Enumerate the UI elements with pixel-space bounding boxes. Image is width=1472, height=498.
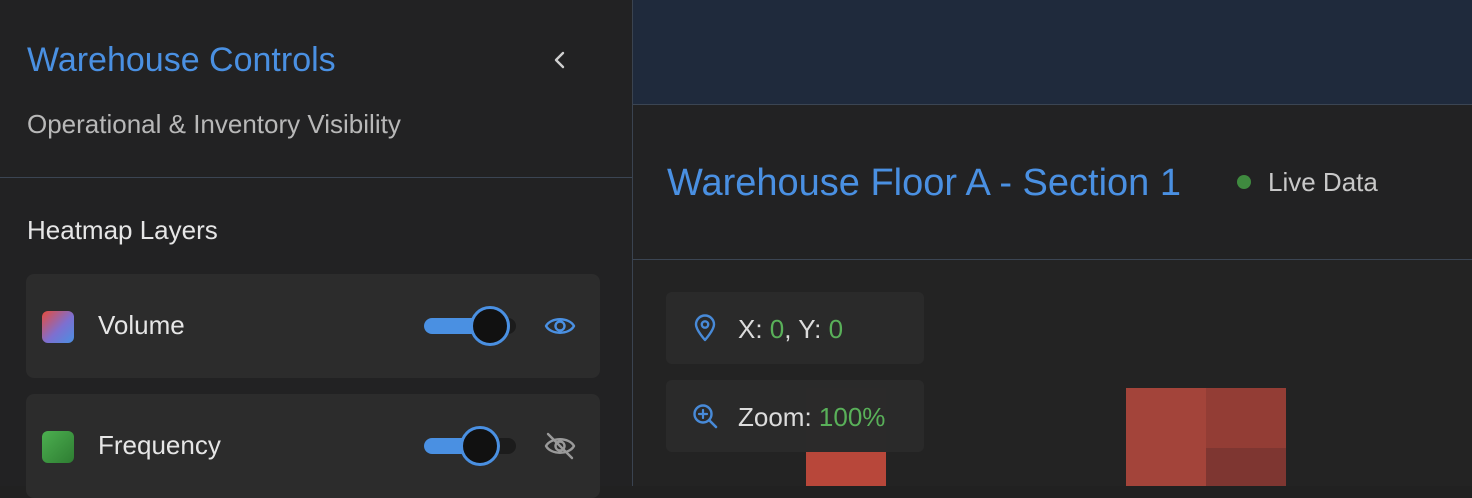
eye-icon[interactable] <box>543 311 577 341</box>
map-header: Warehouse Floor A - Section 1 Live Data <box>633 105 1472 260</box>
zoom-readout: Zoom: 100% <box>666 380 924 452</box>
volume-swatch <box>42 311 74 343</box>
frequency-opacity-slider[interactable] <box>424 426 520 466</box>
layer-item-frequency: Frequency <box>26 394 600 498</box>
zoom-value: 100% <box>818 402 886 432</box>
layer-label: Volume <box>98 310 185 340</box>
coordinates-readout: X: 0, Y: 0 <box>666 292 924 364</box>
heatmap-cell <box>1126 388 1206 486</box>
sidebar-title: Warehouse Controls <box>27 41 336 79</box>
map-pin-icon <box>691 314 719 342</box>
chevron-left-icon[interactable] <box>548 48 572 72</box>
slider-thumb[interactable] <box>470 306 510 346</box>
sidebar: Warehouse Controls Operational & Invento… <box>0 0 633 498</box>
sidebar-header: Warehouse Controls Operational & Invento… <box>0 0 632 178</box>
main-panel: Warehouse Floor A - Section 1 Live Data … <box>633 0 1472 486</box>
map-title: Warehouse Floor A - Section 1 <box>667 162 1181 204</box>
sidebar-subtitle: Operational & Inventory Visibility <box>27 109 401 139</box>
layer-label: Frequency <box>98 430 221 460</box>
x-value: 0 <box>769 314 785 344</box>
live-status-dot <box>1237 175 1251 189</box>
heatmap-cell <box>1206 388 1286 448</box>
heatmap-cell <box>806 452 886 486</box>
top-bar <box>633 0 1472 105</box>
zoom-in-icon <box>691 402 719 430</box>
volume-opacity-slider[interactable] <box>424 306 520 346</box>
y-value: 0 <box>828 314 844 344</box>
slider-thumb[interactable] <box>460 426 500 466</box>
layer-item-volume: Volume <box>26 274 600 378</box>
frequency-swatch <box>42 431 74 463</box>
coordinates-text: X: 0, Y: 0 <box>738 314 844 344</box>
heatmap-layers-heading: Heatmap Layers <box>27 215 218 245</box>
heatmap-canvas[interactable]: X: 0, Y: 0 Zoom: 100% <box>633 260 1472 486</box>
zoom-text: Zoom: 100% <box>738 402 886 432</box>
heatmap-cell <box>1206 448 1286 486</box>
live-status-label: Live Data <box>1268 167 1378 197</box>
eye-off-icon[interactable] <box>543 431 577 461</box>
